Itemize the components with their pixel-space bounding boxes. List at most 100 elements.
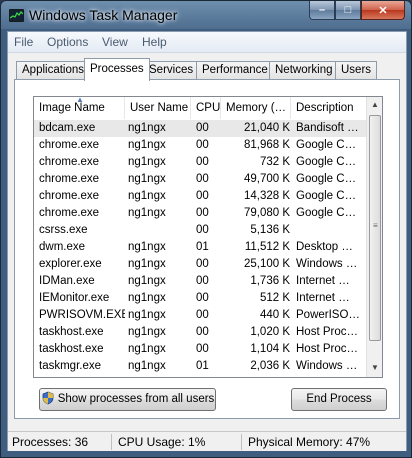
maximize-button[interactable]: □	[335, 1, 361, 20]
window-title: Windows Task Manager	[29, 7, 178, 23]
process-memory: 732 K	[259, 156, 290, 168]
tab-services[interactable]: Services	[143, 61, 200, 80]
process-user: ng1ngx	[128, 309, 166, 321]
menu-help[interactable]: Help	[142, 35, 167, 49]
tab-applications[interactable]: Applications	[16, 61, 91, 80]
process-cpu: 00	[196, 309, 209, 321]
process-user: ng1ngx	[128, 258, 166, 270]
minimize-icon: –	[318, 4, 326, 16]
table-row[interactable]: IEMonitor.exe ng1ngx 00 512 K Internet …	[34, 290, 367, 307]
scroll-down-icon[interactable]: ▼	[367, 360, 382, 376]
process-description: Host Proc…	[296, 326, 358, 338]
process-user: ng1ngx	[128, 241, 166, 253]
status-cpu-usage: CPU Usage: 1%	[116, 434, 242, 450]
tab-users[interactable]: Users	[335, 61, 378, 80]
process-memory: 49,700 K	[243, 173, 290, 185]
process-cpu: 00	[196, 224, 209, 236]
table-row[interactable]: taskmgr.exe ng1ngx 01 2,036 K Windows …	[34, 358, 367, 375]
process-rows: bdcam.exe ng1ngx 00 21,040 K Bandisoft … chro…	[34, 120, 367, 375]
processes-panel: ▲ Image Name User Name CPU Memory (… Des…	[14, 79, 400, 419]
tab-processes[interactable]: Processes	[84, 58, 150, 81]
process-user: ng1ngx	[128, 173, 166, 185]
table-row[interactable]: bdcam.exe ng1ngx 00 21,040 K Bandisoft …	[34, 120, 367, 137]
process-name: explorer.exe	[39, 258, 102, 270]
process-cpu: 00	[196, 343, 209, 355]
tab-performance[interactable]: Performance	[196, 61, 274, 80]
process-description: Host Proc…	[296, 343, 358, 355]
column-label: Image Name	[39, 102, 105, 114]
process-list[interactable]: ▲ Image Name User Name CPU Memory (… Des…	[33, 96, 383, 378]
process-cpu: 01	[196, 360, 209, 372]
table-row[interactable]: dwm.exe ng1ngx 01 11,512 K Desktop …	[34, 239, 367, 256]
minimize-button[interactable]: –	[309, 1, 335, 20]
process-memory: 1,104 K	[250, 343, 290, 355]
process-name: IEMonitor.exe	[39, 292, 110, 304]
process-user: ng1ngx	[128, 292, 166, 304]
column-label: User Name	[130, 102, 189, 114]
process-name: taskhost.exe	[39, 343, 104, 355]
vertical-scrollbar[interactable]: ▲ ≡ ▼	[366, 97, 382, 377]
table-row[interactable]: csrss.exe 00 5,136 K	[34, 222, 367, 239]
menu-view[interactable]: View	[102, 35, 128, 49]
process-description	[296, 222, 366, 239]
process-memory: 1,736 K	[250, 275, 290, 287]
status-processes: Processes: 36	[10, 434, 112, 450]
table-row[interactable]: taskhost.exe ng1ngx 00 1,104 K Host Proc…	[34, 341, 367, 358]
title-bar[interactable]: Windows Task Manager – □ ✕	[1, 1, 411, 31]
table-row[interactable]: chrome.exe ng1ngx 00 79,080 K Google C…	[34, 205, 367, 222]
process-cpu: 00	[196, 139, 209, 151]
menu-options[interactable]: Options	[47, 35, 88, 49]
table-row[interactable]: PWRISOVM.EXE ng1ngx 00 440 K PowerISO…	[34, 307, 367, 324]
process-name: IDMan.exe	[39, 275, 95, 287]
show-all-users-button[interactable]: Show processes from all users	[39, 388, 216, 411]
process-memory: 21,040 K	[243, 122, 290, 134]
process-name: dwm.exe	[39, 241, 86, 253]
end-process-button[interactable]: End Process	[291, 388, 387, 411]
process-memory: 5,136 K	[250, 224, 290, 236]
sort-ascending-icon: ▲	[76, 97, 84, 104]
process-user: ng1ngx	[128, 207, 166, 219]
process-memory: 512 K	[259, 292, 290, 304]
process-cpu: 00	[196, 292, 209, 304]
table-row[interactable]: explorer.exe ng1ngx 00 25,100 K Windows …	[34, 256, 367, 273]
process-user: ng1ngx	[128, 190, 166, 202]
button-label: Show processes from all users	[57, 393, 215, 405]
process-memory: 440 K	[259, 309, 290, 321]
process-description: Google C…	[296, 207, 357, 219]
process-name: chrome.exe	[39, 173, 100, 185]
process-user	[128, 222, 192, 239]
process-description: Internet …	[296, 275, 350, 287]
scroll-thumb[interactable]: ≡	[369, 115, 381, 341]
menu-file[interactable]: File	[14, 35, 33, 49]
tab-networking[interactable]: Networking	[269, 61, 339, 80]
process-memory: 79,080 K	[243, 207, 290, 219]
process-cpu: 00	[196, 122, 209, 134]
close-button[interactable]: ✕	[361, 1, 405, 20]
scroll-up-icon[interactable]: ▲	[367, 97, 382, 113]
table-row[interactable]: chrome.exe ng1ngx 00 732 K Google C…	[34, 154, 367, 171]
process-cpu: 00	[196, 156, 209, 168]
process-user: ng1ngx	[128, 275, 166, 287]
table-row[interactable]: taskhost.exe ng1ngx 00 1,020 K Host Proc…	[34, 324, 367, 341]
table-row[interactable]: chrome.exe ng1ngx 00 14,328 K Google C…	[34, 188, 367, 205]
table-row[interactable]: chrome.exe ng1ngx 00 81,968 K Google C…	[34, 137, 367, 154]
process-memory: 2,036 K	[250, 360, 290, 372]
process-description: Google C…	[296, 173, 357, 185]
column-description[interactable]: Description	[291, 97, 367, 119]
column-image-name[interactable]: ▲ Image Name	[34, 97, 125, 119]
column-label: CPU	[196, 102, 221, 114]
column-memory[interactable]: Memory (…	[221, 97, 291, 119]
process-description: Desktop …	[296, 241, 353, 253]
process-name: PWRISOVM.EXE	[39, 309, 125, 321]
task-manager-window: Windows Task Manager – □ ✕ File Options …	[0, 0, 412, 458]
table-row[interactable]: IDMan.exe ng1ngx 00 1,736 K Internet …	[34, 273, 367, 290]
process-description: Internet …	[296, 292, 350, 304]
process-cpu: 00	[196, 275, 209, 287]
table-row[interactable]: chrome.exe ng1ngx 00 49,700 K Google C…	[34, 171, 367, 188]
menu-bar: File Options View Help	[8, 32, 406, 53]
column-cpu[interactable]: CPU	[191, 97, 221, 119]
process-name: chrome.exe	[39, 156, 100, 168]
column-user-name[interactable]: User Name	[125, 97, 191, 119]
process-description: Google C…	[296, 190, 357, 202]
close-icon: ✕	[378, 4, 388, 17]
